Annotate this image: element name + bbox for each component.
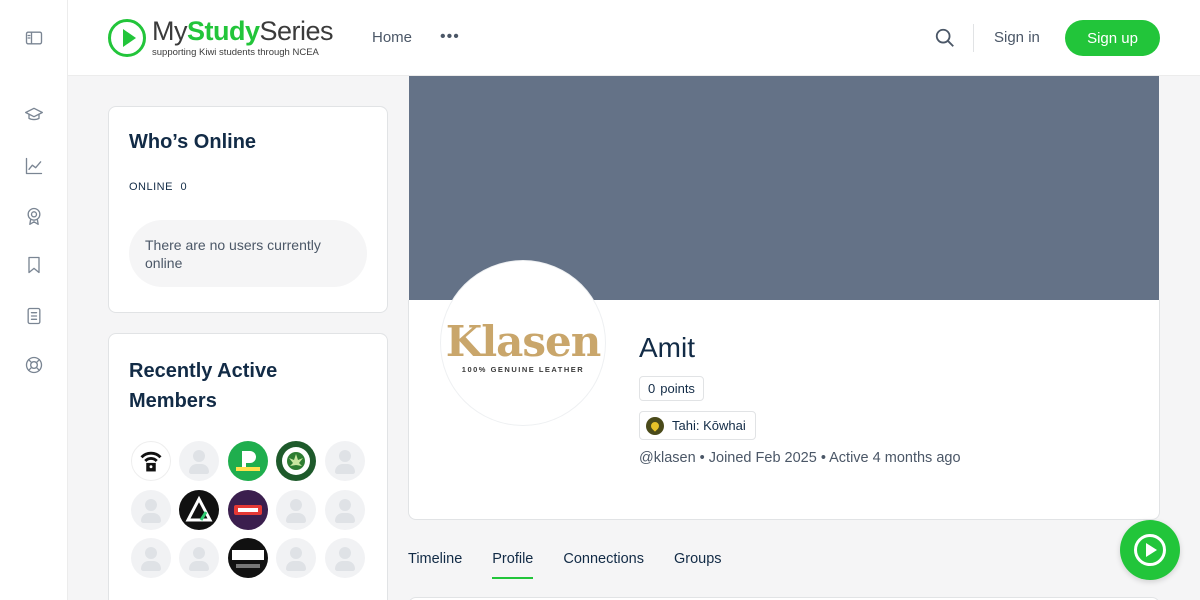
chart-line-icon[interactable] [22, 154, 46, 178]
member-avatar-u888[interactable] [228, 490, 268, 530]
online-count: 0 [180, 181, 188, 193]
play-icon [1134, 534, 1166, 566]
member-avatar-placeholder[interactable] [325, 538, 365, 578]
recent-members-title: Recently Active Members [129, 360, 278, 412]
signup-button[interactable]: Sign up [1065, 20, 1160, 56]
member-avatar-placeholder[interactable] [131, 490, 171, 530]
whos-online-widget: Who’s Online ONLINE 0 There are no users… [108, 106, 388, 313]
profile-avatar[interactable]: Klasen 100% GENUINE LEATHER [441, 261, 605, 425]
rank-badge[interactable]: Tahi: Kōwhai [639, 411, 756, 440]
member-avatar-placeholder[interactable] [276, 538, 316, 578]
site-header: MyStudySeries supporting Kiwi students t… [68, 0, 1200, 76]
profile-meta: @klasen • Joined Feb 2025 • Active 4 mon… [639, 450, 961, 466]
search-icon[interactable] [934, 27, 956, 49]
header-divider [973, 24, 974, 52]
floating-play-button[interactable] [1120, 520, 1180, 580]
rank-label: Tahi: Kōwhai [672, 418, 746, 433]
recent-members-widget: Recently Active Members [108, 333, 388, 600]
no-users-message: There are no users currently online [129, 220, 367, 287]
help-lifebuoy-icon[interactable] [22, 353, 46, 377]
points-value: 0 [648, 381, 656, 396]
award-icon[interactable] [22, 204, 46, 228]
member-avatar-indigo-slate-roofing[interactable] [228, 538, 268, 578]
online-label: ONLINE [129, 181, 173, 193]
member-avatar-placeholder[interactable] [276, 490, 316, 530]
tab-timeline[interactable]: Timeline [408, 548, 462, 579]
profile-avatar-brand: Klasen [445, 316, 602, 366]
logo-wordmark: MyStudySeries supporting Kiwi students t… [152, 16, 334, 59]
document-list-icon[interactable] [22, 304, 46, 328]
nav-more-icon[interactable]: ••• [440, 28, 460, 46]
member-avatar-placeholder[interactable] [325, 490, 365, 530]
points-label: points [660, 381, 695, 396]
member-avatar-placeholder[interactable] [131, 538, 171, 578]
graduation-cap-icon[interactable] [22, 103, 46, 127]
profile-name: Amit [639, 332, 695, 363]
member-avatar-placeholder[interactable] [179, 538, 219, 578]
tab-connections[interactable]: Connections [563, 548, 644, 579]
sidebar-toggle-icon[interactable] [22, 26, 46, 50]
member-avatar-westcoast[interactable] [276, 441, 316, 481]
bookmark-icon[interactable] [22, 253, 46, 277]
whos-online-title: Who’s Online [129, 131, 257, 153]
logo-tagline: supporting Kiwi students through NCEA [152, 47, 319, 59]
tab-profile[interactable]: Profile [492, 548, 534, 579]
member-avatar-diuwin[interactable] [228, 441, 268, 481]
profile-avatar-tagline: 100% GENUINE LEATHER [461, 364, 585, 374]
tab-groups[interactable]: Groups [674, 548, 722, 579]
online-count-tab[interactable]: ONLINE 0 [129, 181, 187, 193]
site-logo[interactable]: MyStudySeries supporting Kiwi students t… [108, 16, 334, 59]
profile-tabs: Timeline Profile Connections Groups [408, 548, 722, 580]
play-logo-icon [108, 19, 146, 57]
member-avatar-placeholder[interactable] [325, 441, 365, 481]
kowhai-flower-icon [646, 416, 664, 435]
nav-home-link[interactable]: Home [372, 29, 412, 46]
left-rail [0, 0, 68, 600]
member-avatar-placeholder[interactable] [179, 441, 219, 481]
member-avatar-wifi-lock[interactable] [131, 441, 171, 481]
signin-link[interactable]: Sign in [994, 29, 1040, 46]
points-badge: 0 points [639, 376, 704, 401]
member-avatar-triangle-logo[interactable] [179, 490, 219, 530]
